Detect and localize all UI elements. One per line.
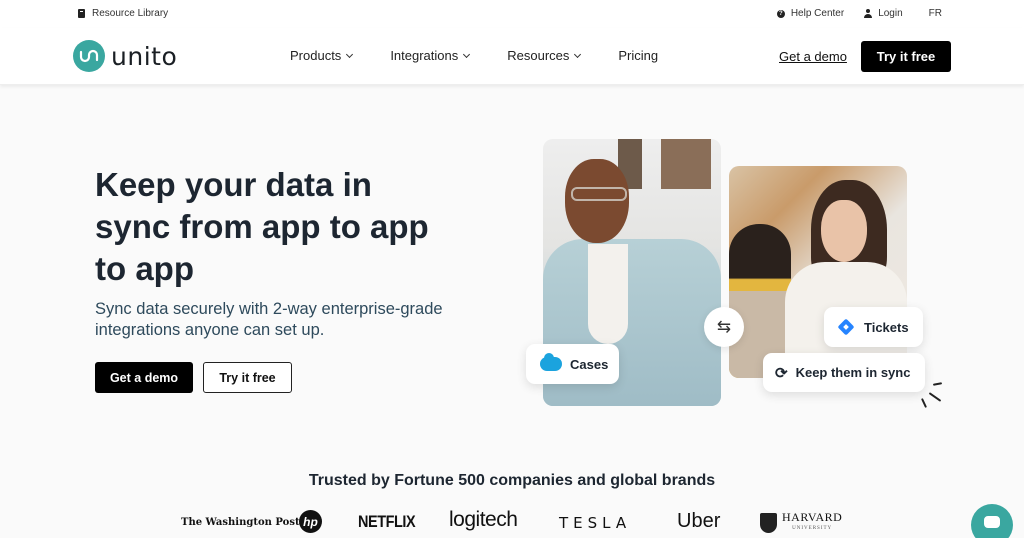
login-label: Login <box>878 8 903 19</box>
main-navigation: unito Products Integrations Resources Pr… <box>0 28 1024 85</box>
washington-post-logo: The Washington Post <box>181 517 300 528</box>
language-switch[interactable]: FR <box>929 8 942 19</box>
help-icon: ? <box>776 9 785 18</box>
help-center-label: Help Center <box>790 8 845 19</box>
sparkle-line <box>932 382 943 386</box>
nav-pricing[interactable]: Pricing <box>618 48 658 63</box>
salesforce-icon <box>540 353 562 371</box>
chevron-down-icon <box>463 50 471 58</box>
hero-title: Keep your data in sync from app to app t… <box>95 166 429 287</box>
harvard-name: HARVARD <box>782 510 843 524</box>
harvard-university: UNIVERSITY <box>792 526 833 531</box>
keep-in-sync-chip: ⟳ Keep them in sync <box>763 353 925 392</box>
chevron-down-icon <box>574 50 582 58</box>
book-icon <box>78 9 85 18</box>
unito-logo[interactable]: unito <box>73 40 177 72</box>
man-head <box>565 159 629 243</box>
nav-integrations-label: Integrations <box>390 48 459 63</box>
utility-bar: Resource Library ? Help Center Login FR <box>0 0 1024 28</box>
keep-in-sync-label: Keep them in sync <box>795 365 911 380</box>
cases-chip: Cases <box>526 344 619 384</box>
netflix-logo: NETFLIX <box>358 512 416 531</box>
harvard-wordmark: HARVARD UNIVERSITY <box>782 510 843 534</box>
harvard-logo: HARVARD UNIVERSITY <box>760 510 843 534</box>
woman-face <box>821 200 867 262</box>
logo-text: unito <box>111 41 178 71</box>
nav-products-label: Products <box>290 48 342 63</box>
resource-library-link[interactable]: Resource Library <box>78 8 168 19</box>
help-center-link[interactable]: ? Help Center <box>776 8 845 19</box>
trusted-title: Trusted by Fortune 500 companies and glo… <box>308 472 716 489</box>
unito-logo-icon <box>73 40 105 72</box>
harvard-shield-icon <box>760 513 777 533</box>
login-link[interactable]: Login <box>864 8 903 19</box>
sync-arrows-icon: ⇆ <box>704 307 744 347</box>
nav-get-demo-link[interactable]: Get a demo <box>779 49 847 64</box>
jira-icon <box>837 318 855 336</box>
uber-logo: Uber <box>677 510 721 532</box>
sparkle-line <box>920 398 928 408</box>
user-icon <box>864 9 873 18</box>
tesla-logo: TESLA <box>559 514 632 532</box>
logitech-logo: logitech <box>449 508 518 531</box>
chevron-down-icon <box>346 50 354 58</box>
nav-resources-label: Resources <box>507 48 570 63</box>
brand-logos: The Washington Post hp NETFLIX logitech … <box>0 508 1024 538</box>
nav-products[interactable]: Products <box>290 48 354 63</box>
nav-integrations[interactable]: Integrations <box>390 48 471 63</box>
resource-library-label: Resource Library <box>92 8 169 19</box>
hero-try-free-button[interactable]: Try it free <box>203 362 292 393</box>
nav-try-free-button[interactable]: Try it free <box>861 41 951 72</box>
chat-bubble-icon <box>984 516 1000 528</box>
nav-links: Products Integrations Resources Pricing <box>290 48 696 63</box>
refresh-icon: ⟳ <box>775 364 788 382</box>
cases-label: Cases <box>570 356 609 372</box>
hero-get-demo-button[interactable]: Get a demo <box>95 362 193 393</box>
hp-logo: hp <box>299 510 322 533</box>
sparkle-line <box>928 392 942 402</box>
shelf-decoration <box>661 139 711 189</box>
utility-links: ? Help Center Login FR <box>776 8 942 19</box>
tickets-chip: Tickets <box>824 307 923 347</box>
man-tshirt <box>588 244 628 344</box>
man-glasses <box>571 187 627 201</box>
language-label: FR <box>928 8 942 19</box>
chat-widget-button[interactable] <box>971 504 1013 538</box>
nav-resources[interactable]: Resources <box>507 48 582 63</box>
nav-pricing-label: Pricing <box>618 48 659 63</box>
hero-subtitle: Sync data securely with 2-way enterprise… <box>95 300 443 339</box>
tickets-label: Tickets <box>864 319 909 335</box>
